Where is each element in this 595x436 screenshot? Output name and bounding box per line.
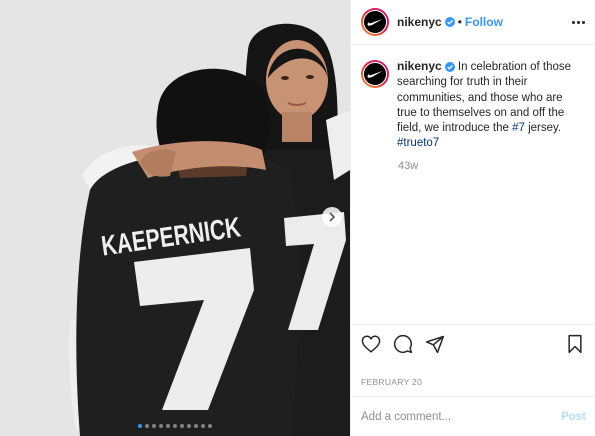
bookmark-icon xyxy=(568,334,582,354)
heart-icon xyxy=(361,335,381,353)
carousel-indicator xyxy=(0,424,350,428)
photo-scene: KAEPERNICK xyxy=(0,0,350,436)
verified-badge-icon xyxy=(444,62,455,72)
carousel-dot xyxy=(145,424,149,428)
instagram-post: KAEPERNICK nikenyc • Follow nikenyc In c… xyxy=(0,0,595,436)
carousel-dot xyxy=(194,424,198,428)
carousel-dot xyxy=(201,424,205,428)
like-button[interactable] xyxy=(360,333,382,355)
nike-swoosh-icon xyxy=(367,19,383,26)
caption-avatar[interactable] xyxy=(361,60,389,88)
hashtag-link[interactable]: #7 xyxy=(512,122,525,134)
header-username[interactable]: nikenyc xyxy=(397,15,442,29)
verified-badge-icon xyxy=(444,17,455,27)
carousel-dot xyxy=(152,424,156,428)
carousel-dot xyxy=(159,424,163,428)
follow-button[interactable]: Follow xyxy=(465,15,503,29)
caption-text: nikenyc In celebration of those searchin… xyxy=(397,59,582,152)
next-photo-button[interactable] xyxy=(322,207,342,227)
carousel-dot xyxy=(187,424,191,428)
chevron-right-icon xyxy=(329,212,336,222)
nike-swoosh-icon xyxy=(367,71,383,78)
post-caption: nikenyc In celebration of those searchin… xyxy=(361,59,585,152)
caption-username[interactable]: nikenyc xyxy=(397,59,442,73)
post-comment-button[interactable]: Post xyxy=(561,411,586,423)
carousel-dot xyxy=(138,424,142,428)
carousel-dot xyxy=(173,424,177,428)
share-button[interactable] xyxy=(424,333,446,355)
carousel-dot xyxy=(180,424,184,428)
post-date[interactable]: FEBRUARY 20 xyxy=(351,363,595,396)
carousel-dot xyxy=(208,424,212,428)
carousel-dot xyxy=(166,424,170,428)
comments-area: nikenyc In celebration of those searchin… xyxy=(351,45,595,324)
action-bar xyxy=(351,324,595,363)
header-separator: • xyxy=(457,15,462,29)
more-options-icon[interactable] xyxy=(572,20,585,24)
post-age[interactable]: 43w xyxy=(398,160,585,172)
comment-box: Post xyxy=(351,396,595,436)
comment-button[interactable] xyxy=(392,333,414,355)
post-sidebar: nikenyc • Follow nikenyc In celebration … xyxy=(350,0,595,436)
save-button[interactable] xyxy=(564,333,586,355)
comment-input[interactable] xyxy=(361,410,562,423)
share-icon xyxy=(425,335,445,354)
caption-suffix: jersey. xyxy=(524,122,562,135)
post-photo[interactable]: KAEPERNICK xyxy=(0,0,350,436)
hashtag-link[interactable]: #trueto7 xyxy=(397,137,439,149)
avatar[interactable] xyxy=(361,8,389,36)
comment-icon xyxy=(393,334,413,354)
post-header: nikenyc • Follow xyxy=(351,0,595,45)
